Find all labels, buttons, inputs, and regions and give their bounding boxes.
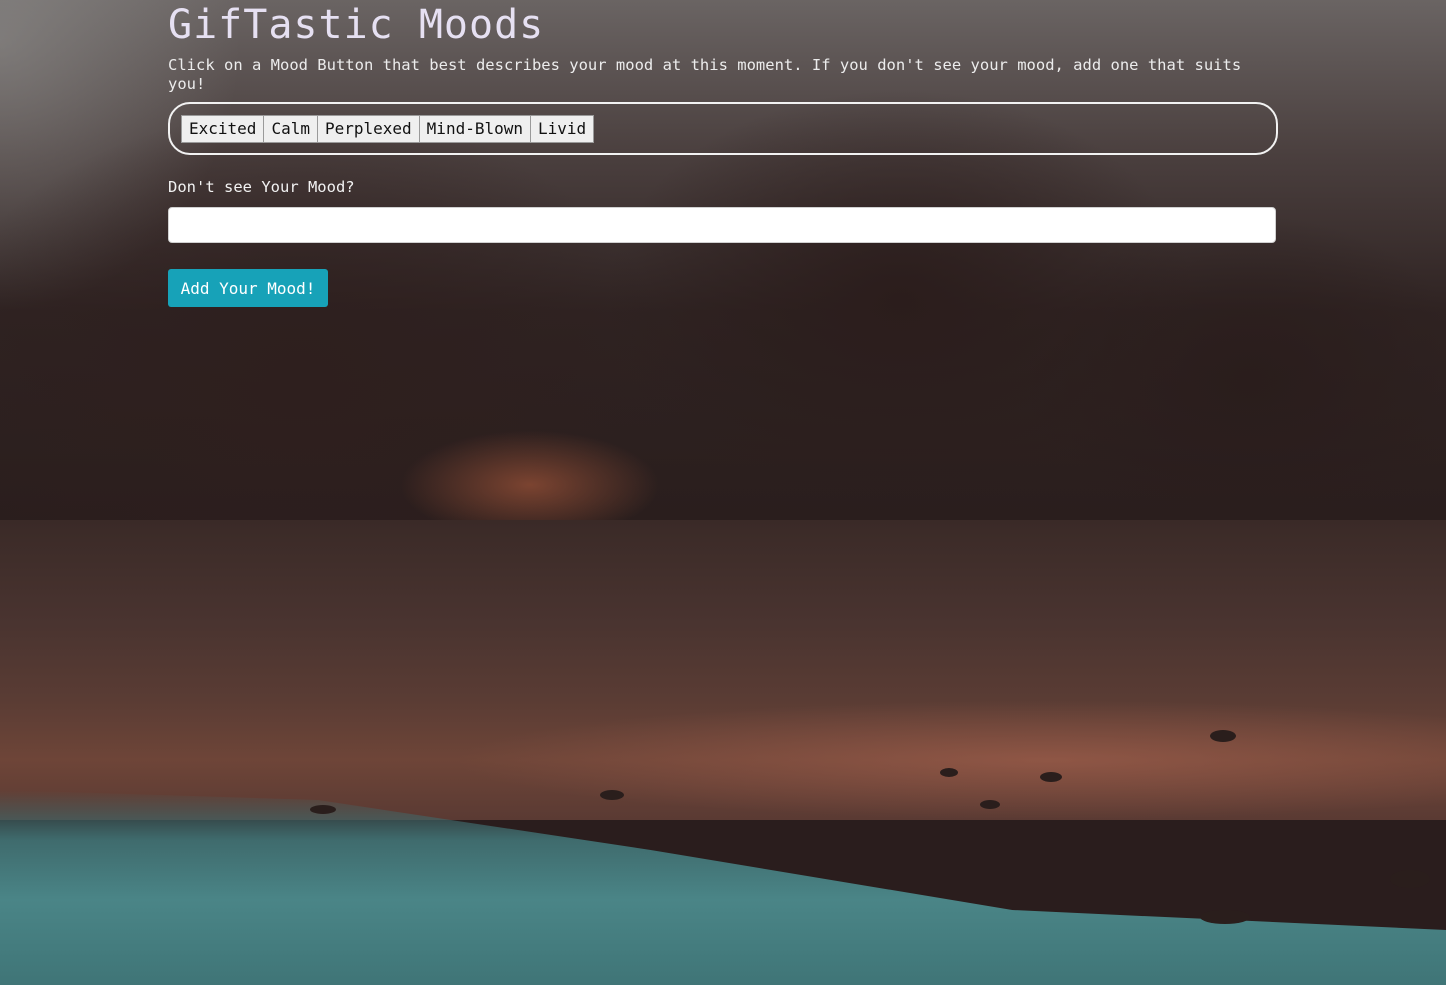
rock [1040, 772, 1062, 782]
mood-button-livid[interactable]: Livid [530, 115, 595, 143]
mood-input[interactable] [168, 207, 1276, 243]
mood-buttons-panel: Excited Calm Perplexed Mind-Blown Livid [168, 102, 1278, 155]
mood-button-excited[interactable]: Excited [181, 115, 265, 143]
rock [310, 805, 336, 814]
page-title: GifTastic Moods [168, 2, 545, 48]
rock [980, 800, 1000, 809]
mood-buttons-row: Excited Calm Perplexed Mind-Blown Livid [181, 115, 595, 143]
shore-strip [450, 700, 1446, 820]
rock [1390, 870, 1430, 888]
rock [600, 790, 624, 800]
instructions-text: Click on a Mood Button that best describ… [168, 56, 1242, 93]
rock [1200, 910, 1250, 924]
add-mood-label: Don't see Your Mood? [168, 178, 355, 196]
mood-button-mind-blown[interactable]: Mind-Blown [418, 115, 531, 143]
mood-button-calm[interactable]: Calm [263, 115, 318, 143]
rock [1210, 730, 1236, 742]
rock [940, 768, 958, 777]
mood-button-perplexed[interactable]: Perplexed [316, 115, 420, 143]
add-mood-button[interactable]: Add Your Mood! [168, 269, 328, 307]
